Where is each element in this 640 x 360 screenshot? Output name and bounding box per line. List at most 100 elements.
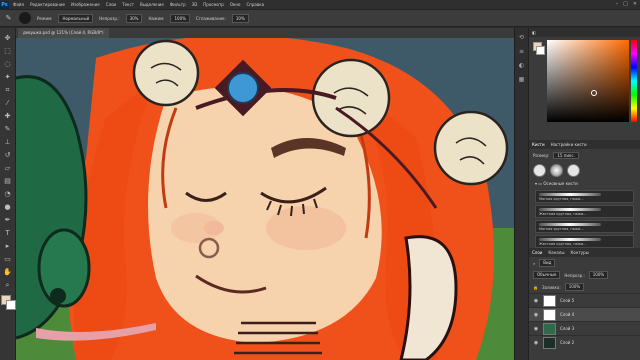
brushes-tabs: Кисти Настройки кисти (529, 140, 640, 149)
layer-row[interactable]: ◉ Слой 5 (529, 293, 640, 307)
menu-text[interactable]: Текст (122, 2, 134, 7)
menu-filter[interactable]: Фильтр (170, 2, 186, 7)
filter-search-icon: ⌕ (533, 260, 536, 266)
layer-name: Слой 5 (560, 298, 575, 303)
layer-name: Слой 4 (560, 312, 575, 317)
background-color-swatch[interactable] (6, 300, 16, 310)
recent-brush-hard[interactable] (533, 164, 546, 177)
color-field[interactable] (547, 40, 629, 122)
menu-edit[interactable]: Редактирование (30, 2, 65, 7)
layer-kind-filter[interactable]: Вид (539, 259, 556, 267)
eyedropper-tool-icon[interactable]: ⁄ (3, 99, 12, 108)
layer-fill-label: Заливка: (541, 284, 561, 290)
close-icon[interactable]: ✕ (633, 1, 637, 7)
flow-field[interactable]: 100% (170, 13, 190, 23)
eye-icon[interactable]: ◉ (533, 298, 539, 304)
brush-item[interactable]: Жесткая круглая, нажи... (535, 205, 634, 218)
layer-row[interactable]: ◉ Слой 4 (529, 307, 640, 321)
layer-row[interactable]: ◉ Слой 2 (529, 335, 640, 349)
mode-select[interactable]: Нормальный (58, 13, 94, 23)
brush-preset-picker[interactable] (19, 12, 31, 24)
marquee-tool-icon[interactable]: ⬚ (3, 47, 12, 56)
menu-file[interactable]: Файл (13, 2, 24, 7)
flow-label: Нажим: (148, 15, 165, 21)
eraser-tool-icon[interactable]: ▱ (3, 164, 12, 173)
menu-select[interactable]: Выделение (140, 2, 164, 7)
opacity-field[interactable]: 30% (125, 13, 143, 23)
tab-layers[interactable]: Слои (532, 250, 542, 255)
crop-tool-icon[interactable]: ⌗ (3, 86, 12, 95)
brush-size-row: Размер: 15 пикс. (529, 149, 640, 162)
hand-tool-icon[interactable]: ✋ (3, 268, 12, 277)
color-chips[interactable] (533, 42, 545, 56)
shape-tool-icon[interactable]: ▭ (3, 255, 12, 264)
document-tab[interactable]: девушка.psd @ 121% (Слой 4, RGB/8*) (18, 28, 109, 38)
brush-item[interactable]: Мягкая круглая, нажи... (535, 220, 634, 233)
type-tool-icon[interactable]: T (3, 229, 12, 238)
menu-help[interactable]: Справка (246, 2, 264, 7)
background-chip[interactable] (536, 46, 545, 55)
menu-layers[interactable]: Слои (106, 2, 116, 7)
lock-icon[interactable]: 🔒 (533, 285, 538, 290)
brushes-panel: Кисти Настройки кисти Размер: 15 пикс. ▾… (528, 140, 640, 278)
properties-panel-icon[interactable]: ≡ (519, 48, 524, 55)
magic-wand-tool-icon[interactable]: ✦ (3, 73, 12, 82)
dodge-tool-icon[interactable]: ● (3, 203, 12, 212)
brush-size-label: Размер: (533, 153, 550, 158)
blend-mode-select[interactable]: Обычные (533, 271, 561, 279)
panel-icon-strip: ⟲ ≡ ◐ ▦ (514, 28, 528, 360)
maximize-icon[interactable]: □ (623, 1, 628, 7)
lasso-tool-icon[interactable]: ◌ (3, 60, 12, 69)
zoom-tool-icon[interactable]: ⌕ (3, 281, 12, 290)
tab-brushes[interactable]: Кисти (532, 142, 545, 147)
eye-icon[interactable]: ◉ (533, 312, 539, 318)
tab-paths[interactable]: Контуры (570, 250, 588, 255)
layer-opacity-field[interactable]: 100% (588, 271, 609, 279)
brush-item-label: Жесткая круглая, нажи... (539, 242, 587, 246)
stamp-tool-icon[interactable]: ⊥ (3, 138, 12, 147)
brush-tool-icon[interactable]: ✎ (3, 125, 12, 134)
layer-fill-field[interactable]: 100% (564, 283, 585, 291)
mode-label: Режим: (37, 15, 53, 21)
document-canvas[interactable] (16, 38, 514, 360)
layer-thumbnail (543, 294, 556, 307)
path-select-tool-icon[interactable]: ▸ (3, 242, 12, 251)
tab-brush-settings[interactable]: Настройки кисти (551, 142, 587, 147)
brush-folder[interactable]: ▾ ▭ Основные кисти (529, 179, 640, 188)
menu-window[interactable]: Окно (230, 2, 241, 7)
eye-icon[interactable]: ◉ (533, 326, 539, 332)
menu-view[interactable]: Просмотр (203, 2, 224, 7)
recent-brush-soft[interactable] (550, 164, 563, 177)
artwork (16, 38, 514, 360)
gradient-tool-icon[interactable]: ▤ (3, 177, 12, 186)
minimize-icon[interactable]: – (616, 1, 619, 7)
color-picker-marker[interactable] (591, 90, 597, 96)
opacity-label: Непрозр.: (99, 15, 120, 21)
move-tool-icon[interactable]: ✥ (3, 34, 12, 43)
layer-row[interactable]: ◉ Слой 3 (529, 321, 640, 335)
hue-slider[interactable] (631, 40, 637, 122)
menu-3d[interactable]: 3D (192, 2, 198, 7)
brush-icon[interactable]: ✎ (4, 14, 13, 23)
layer-opacity-label: Непрозр.: (564, 272, 585, 278)
tab-channels[interactable]: Каналы (548, 250, 564, 255)
color-icon: ◧ (532, 30, 536, 35)
blur-tool-icon[interactable]: ◔ (3, 190, 12, 199)
brush-item[interactable]: Жесткая круглая, нажи... (535, 235, 634, 248)
brush-size-field[interactable]: 15 пикс. (553, 152, 579, 159)
smoothing-field[interactable]: 10% (231, 13, 249, 23)
photoshop-logo: Ps (0, 0, 9, 9)
pen-tool-icon[interactable]: ✒ (3, 216, 12, 225)
brush-item[interactable]: Мягкая круглая, нажи... (535, 190, 634, 203)
healing-tool-icon[interactable]: ✚ (3, 112, 12, 121)
layer-thumbnail (543, 308, 556, 321)
swatches-panel-icon[interactable]: ▦ (519, 76, 525, 83)
color-swatches[interactable] (1, 295, 16, 310)
layer-thumbnail (543, 322, 556, 335)
adjustments-panel-icon[interactable]: ◐ (519, 62, 524, 69)
history-panel-icon[interactable]: ⟲ (519, 34, 524, 41)
menu-image[interactable]: Изображение (71, 2, 100, 7)
history-brush-icon[interactable]: ↺ (3, 151, 12, 160)
eye-icon[interactable]: ◉ (533, 340, 539, 346)
recent-brush-hard-2[interactable] (567, 164, 580, 177)
